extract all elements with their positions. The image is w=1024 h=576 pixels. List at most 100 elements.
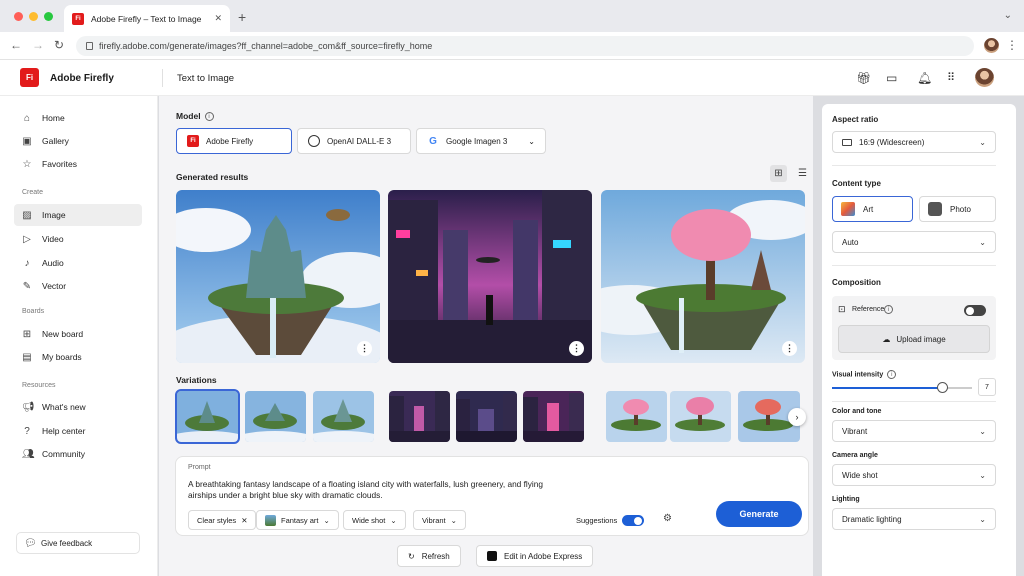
color-tone-label: Color and tone <box>832 408 882 415</box>
content-type-art-button[interactable]: Art <box>832 196 913 222</box>
more-vertical-icon[interactable]: ⋮ <box>1006 38 1018 52</box>
forward-arrow-icon[interactable]: → <box>32 38 44 52</box>
new-tab-icon[interactable]: + <box>238 9 246 25</box>
result-image-cherry-tree-island[interactable]: ⋮ <box>601 190 805 363</box>
camera-angle-dropdown[interactable]: Wide shot ⌄ <box>832 464 996 486</box>
variation-thumbnail[interactable] <box>523 391 584 442</box>
variation-thumbnail[interactable] <box>606 391 667 442</box>
reload-icon[interactable]: ↻ <box>54 38 64 52</box>
bell-icon[interactable]: 🔔︎ <box>917 71 932 85</box>
more-options-icon[interactable]: ⋮ <box>357 341 372 356</box>
clear-styles-chip[interactable]: Clear styles ✕ <box>188 510 257 530</box>
fantasy-art-chip[interactable]: Fantasy art ⌄ <box>256 510 339 530</box>
sidebar-item-new-board[interactable]: ⊞ New board <box>14 323 142 345</box>
user-avatar[interactable] <box>975 68 994 87</box>
variation-thumbnail[interactable] <box>456 391 517 442</box>
wide-shot-chip[interactable]: Wide shot ⌄ <box>343 510 406 530</box>
header-divider <box>162 69 163 87</box>
variation-thumbnail[interactable] <box>670 391 731 442</box>
openai-logo-icon <box>308 135 320 147</box>
result-image-floating-island[interactable]: ⋮ <box>176 190 380 363</box>
neon-city-illustration <box>388 190 592 363</box>
model-openai-dalle-button[interactable]: OpenAI DALL-E 3 <box>297 128 411 154</box>
adobe-express-icon <box>487 551 497 561</box>
vibrant-chip[interactable]: Vibrant ⌄ <box>413 510 466 530</box>
lighting-dropdown[interactable]: Dramatic lighting ⌄ <box>832 508 996 530</box>
sidebar-item-video[interactable]: ▷ Video <box>14 228 142 250</box>
aspect-ratio-dropdown[interactable]: 16:9 (Widescreen) ⌄ <box>832 131 996 153</box>
thumbnail-art <box>389 391 450 442</box>
sidebar-item-help-center[interactable]: ? Help center <box>14 420 142 442</box>
suggestions-label: Suggestions <box>576 516 618 525</box>
settings-sliders-icon[interactable]: ⚙︎ <box>663 513 672 524</box>
edit-in-adobe-express-button[interactable]: Edit in Adobe Express <box>476 545 594 567</box>
model-adobe-firefly-button[interactable]: Fi Adobe Firefly <box>176 128 292 154</box>
refresh-button[interactable]: ↻ Refresh <box>397 545 461 567</box>
sidebar-item-community[interactable]: 👥︎ Community <box>14 443 142 465</box>
color-tone-dropdown[interactable]: Vibrant ⌄ <box>832 420 996 442</box>
close-icon[interactable]: ✕ <box>241 516 247 525</box>
variation-thumbnail[interactable] <box>245 391 306 442</box>
generate-button[interactable]: Generate <box>716 501 802 527</box>
list-view-icon[interactable]: ☰ <box>794 165 811 182</box>
floating-island-illustration <box>176 190 380 363</box>
maximize-window-button[interactable] <box>44 12 53 21</box>
give-feedback-button[interactable]: 💬︎ Give feedback <box>16 532 140 554</box>
apps-grid-icon[interactable]: ⠿ <box>947 71 955 84</box>
grid-view-icon[interactable]: ⊞ <box>770 165 787 182</box>
chevron-right-icon[interactable]: › <box>788 408 806 426</box>
more-options-icon[interactable]: ⋮ <box>569 341 584 356</box>
info-icon[interactable]: i <box>204 112 214 122</box>
close-window-button[interactable] <box>14 12 23 21</box>
thumbnail-art <box>177 391 238 442</box>
sidebar-item-gallery[interactable]: ▣ Gallery <box>14 130 142 152</box>
chevron-down-icon: ⌄ <box>979 137 986 147</box>
browser-profile-avatar[interactable] <box>984 38 999 53</box>
close-tab-icon[interactable]: ✕ <box>214 13 222 24</box>
sidebar-item-vector[interactable]: ✎ Vector <box>14 275 142 297</box>
thumbnail-art <box>313 391 374 442</box>
firefly-logo-icon[interactable]: Fi <box>20 68 39 87</box>
visual-intensity-value[interactable]: 7 <box>978 378 996 396</box>
back-arrow-icon[interactable]: ← <box>10 38 22 52</box>
brand-name[interactable]: Adobe Firefly <box>50 73 114 84</box>
result-image-neon-city[interactable]: ⋮ <box>388 190 592 363</box>
content-mode-dropdown[interactable]: Auto ⌄ <box>832 231 996 253</box>
tab-title: Adobe Firefly – Text to Image <box>91 13 202 24</box>
sidebar-item-home[interactable]: ⌂ Home <box>14 107 142 129</box>
visual-intensity-slider-handle[interactable] <box>937 382 948 393</box>
variation-thumbnail[interactable] <box>389 391 450 442</box>
sidebar-item-favorites[interactable]: ☆ Favorites <box>14 153 142 175</box>
content-type-photo-button[interactable]: Photo <box>919 196 996 222</box>
thumbnail-art <box>606 391 667 442</box>
sidebar-item-whats-new[interactable]: 📢︎ What's new <box>14 396 142 418</box>
camera-icon <box>928 202 942 216</box>
variations-label: Variations <box>176 375 217 385</box>
thumbnail-art <box>456 391 517 442</box>
more-options-icon[interactable]: ⋮ <box>782 341 797 356</box>
minimize-window-button[interactable] <box>29 12 38 21</box>
upload-image-button[interactable]: ☁ Upload image <box>838 325 990 353</box>
url-field[interactable]: firefly.adobe.com/generate/images?ff_cha… <box>76 36 974 56</box>
model-google-imagen-dropdown[interactable]: G Google Imagen 3 ⌄ <box>416 128 546 154</box>
chevron-down-icon[interactable]: ⌄ <box>1004 10 1012 21</box>
info-icon[interactable]: i <box>884 305 893 314</box>
browser-tab-bar: Fi Adobe Firefly – Text to Image ✕ + ⌄ <box>0 0 1024 32</box>
reference-label: Reference <box>852 306 885 313</box>
suggestions-toggle[interactable] <box>622 515 644 526</box>
cloud-upload-icon: ☁ <box>882 334 891 344</box>
cherry-tree-illustration <box>601 190 805 363</box>
sidebar-item-audio[interactable]: ♪ Audio <box>14 252 142 274</box>
variation-thumbnail[interactable] <box>313 391 374 442</box>
gift-icon[interactable]: 🎁︎ <box>856 71 871 85</box>
chat-icon[interactable]: ▭ <box>886 71 897 85</box>
browser-tab[interactable]: Fi Adobe Firefly – Text to Image ✕ <box>64 5 230 32</box>
prompt-input[interactable]: A breathtaking fantasy landscape of a fl… <box>188 479 553 501</box>
prompt-panel: Prompt A breathtaking fantasy landscape … <box>175 456 809 536</box>
variation-thumbnail[interactable] <box>175 389 240 444</box>
reference-toggle[interactable] <box>964 305 986 316</box>
star-icon: ☆ <box>22 158 32 170</box>
sidebar-item-my-boards[interactable]: ▤ My boards <box>14 346 142 368</box>
info-icon[interactable]: i <box>887 370 897 379</box>
sidebar-item-image[interactable]: ▨ Image <box>14 204 142 226</box>
